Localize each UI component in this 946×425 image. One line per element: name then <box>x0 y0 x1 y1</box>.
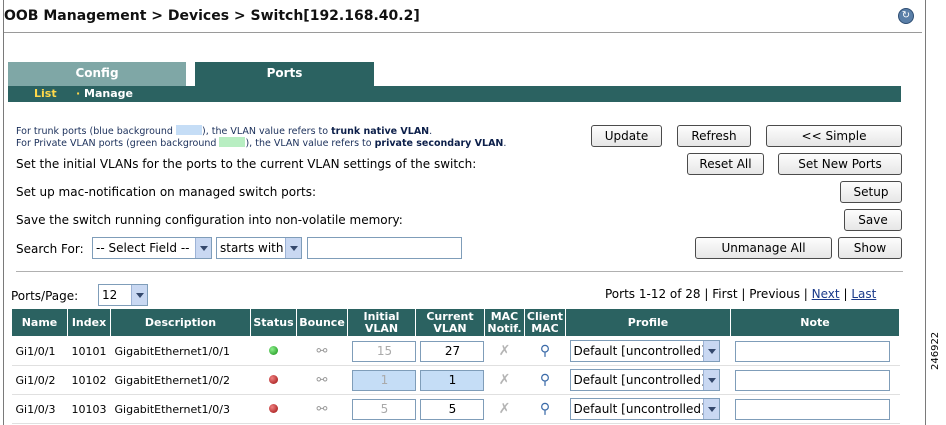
col-mac-notif: MAC Notif. <box>484 308 525 337</box>
port-name: Gi1/0/3 <box>11 394 68 424</box>
mac-notif-disabled-icon[interactable]: ✗ <box>499 343 511 359</box>
col-note[interactable]: Note <box>730 308 900 337</box>
status-red-icon <box>269 374 278 384</box>
port-description: GigabitEthernet1/0/1 <box>110 336 251 366</box>
set-new-ports-button[interactable]: Set New Ports <box>778 153 902 175</box>
col-current-vlan[interactable]: Current VLAN <box>415 308 485 337</box>
col-name[interactable]: Name <box>11 308 68 337</box>
chevron-down-icon <box>702 370 719 390</box>
simple-button[interactable]: << Simple <box>766 125 902 147</box>
pvlan-color-swatch <box>219 137 246 147</box>
port-index: 10101 <box>67 336 111 366</box>
profile-select[interactable]: Default [uncontrolled] <box>569 369 720 391</box>
port-name: Gi1/0/2 <box>11 365 68 395</box>
initial-vlan-input[interactable]: 5 <box>351 398 416 420</box>
search-for-label: Search For: <box>16 242 84 256</box>
update-button[interactable]: Update <box>591 125 662 147</box>
chevron-down-icon <box>702 399 719 419</box>
search-input[interactable] <box>307 237 462 259</box>
col-initial-vlan[interactable]: Initial VLAN <box>347 308 416 337</box>
subnav-manage[interactable]: Manage <box>84 86 133 102</box>
bounce-icon[interactable]: ⚯ <box>317 402 328 417</box>
ports-table: Name Index Description Status Bounce Ini… <box>11 308 900 424</box>
col-status[interactable]: Status <box>250 308 297 337</box>
figure-number: 246922 <box>930 331 941 370</box>
title-divider <box>4 32 922 33</box>
ports-per-page-select[interactable]: 12 <box>98 284 148 306</box>
magnifier-icon[interactable]: ⚲ <box>540 401 550 417</box>
ports-per-page-label: Ports/Page: <box>11 289 79 303</box>
mac-notif-disabled-icon[interactable]: ✗ <box>499 372 511 388</box>
save-button[interactable]: Save <box>844 209 902 231</box>
profile-select[interactable]: Default [uncontrolled] <box>569 340 720 362</box>
unmanage-all-button[interactable]: Unmanage All <box>695 237 832 259</box>
table-header: Name Index Description Status Bounce Ini… <box>11 308 900 337</box>
profile-select[interactable]: Default [uncontrolled] <box>569 398 720 420</box>
bounce-icon[interactable]: ⚯ <box>317 373 328 388</box>
trunk-info: For trunk ports (blue background ), the … <box>16 125 433 137</box>
chevron-down-icon <box>285 238 301 258</box>
current-vlan-input[interactable]: 1 <box>419 369 484 391</box>
col-profile[interactable]: Profile <box>565 308 731 337</box>
initial-vlan-input[interactable]: 1 <box>351 369 416 391</box>
magnifier-icon[interactable]: ⚲ <box>540 343 550 359</box>
col-description[interactable]: Description <box>110 308 251 337</box>
magnifier-icon[interactable]: ⚲ <box>540 372 550 388</box>
port-description: GigabitEthernet1/0/2 <box>110 365 251 395</box>
pager-previous[interactable]: Previous <box>749 287 800 301</box>
pager-last[interactable]: Last <box>851 287 876 301</box>
chevron-down-icon <box>702 341 719 361</box>
note-input[interactable] <box>734 340 890 362</box>
tab-config[interactable]: Config <box>8 62 186 86</box>
table-row: Gi1/0/3 10103 GigabitEthernet1/0/3 ⚯ 5 5… <box>11 394 900 424</box>
status-red-icon <box>269 403 278 413</box>
show-button[interactable]: Show <box>838 237 902 259</box>
page-title: OOB Management > Devices > Switch[192.16… <box>4 8 420 24</box>
bounce-icon[interactable]: ⚯ <box>317 344 328 359</box>
chevron-down-icon <box>131 285 147 305</box>
mac-notification-text: Set up mac-notification on managed switc… <box>16 185 317 199</box>
subnav-bar: List · Manage <box>8 86 901 102</box>
port-index: 10103 <box>67 394 111 424</box>
pvlan-info: For Private VLAN ports (green background… <box>16 137 507 149</box>
col-index[interactable]: Index <box>67 308 111 337</box>
subnav-list[interactable]: List <box>34 86 57 102</box>
pager-first[interactable]: First <box>712 287 737 301</box>
port-index: 10102 <box>67 365 111 395</box>
setup-button[interactable]: Setup <box>840 181 902 203</box>
col-client-mac: Client MAC <box>524 308 566 337</box>
port-name: Gi1/0/1 <box>11 336 68 366</box>
subnav-separator: · <box>76 87 81 100</box>
col-bounce: Bounce <box>296 308 348 337</box>
refresh-button[interactable]: Refresh <box>677 125 751 147</box>
help-icon[interactable]: ↻ <box>898 8 914 24</box>
search-field-select[interactable]: -- Select Field -- <box>92 237 212 259</box>
mac-notif-disabled-icon[interactable]: ✗ <box>499 401 511 417</box>
note-input[interactable] <box>734 369 890 391</box>
trunk-color-swatch <box>175 125 202 135</box>
port-description: GigabitEthernet1/0/3 <box>110 394 251 424</box>
current-vlan-input[interactable]: 27 <box>419 340 484 362</box>
note-input[interactable] <box>734 398 890 420</box>
chevron-down-icon <box>195 238 211 258</box>
table-row: Gi1/0/1 10101 GigabitEthernet1/0/1 ⚯ 15 … <box>11 336 900 366</box>
section-divider <box>16 271 903 272</box>
status-green-icon <box>269 345 278 355</box>
save-config-text: Save the switch running configuration in… <box>16 213 403 227</box>
pager: Ports 1-12 of 28 | First | Previous | Ne… <box>605 287 877 301</box>
pager-next[interactable]: Next <box>812 287 840 301</box>
initial-vlan-input[interactable]: 15 <box>351 340 416 362</box>
initial-vlans-text: Set the initial VLANs for the ports to t… <box>16 157 477 171</box>
reset-all-button[interactable]: Reset All <box>687 153 764 175</box>
tab-ports[interactable]: Ports <box>195 62 374 86</box>
current-vlan-input[interactable]: 5 <box>419 398 484 420</box>
search-operator-select[interactable]: starts with <box>216 237 302 259</box>
table-row: Gi1/0/2 10102 GigabitEthernet1/0/2 ⚯ 1 1… <box>11 365 900 395</box>
